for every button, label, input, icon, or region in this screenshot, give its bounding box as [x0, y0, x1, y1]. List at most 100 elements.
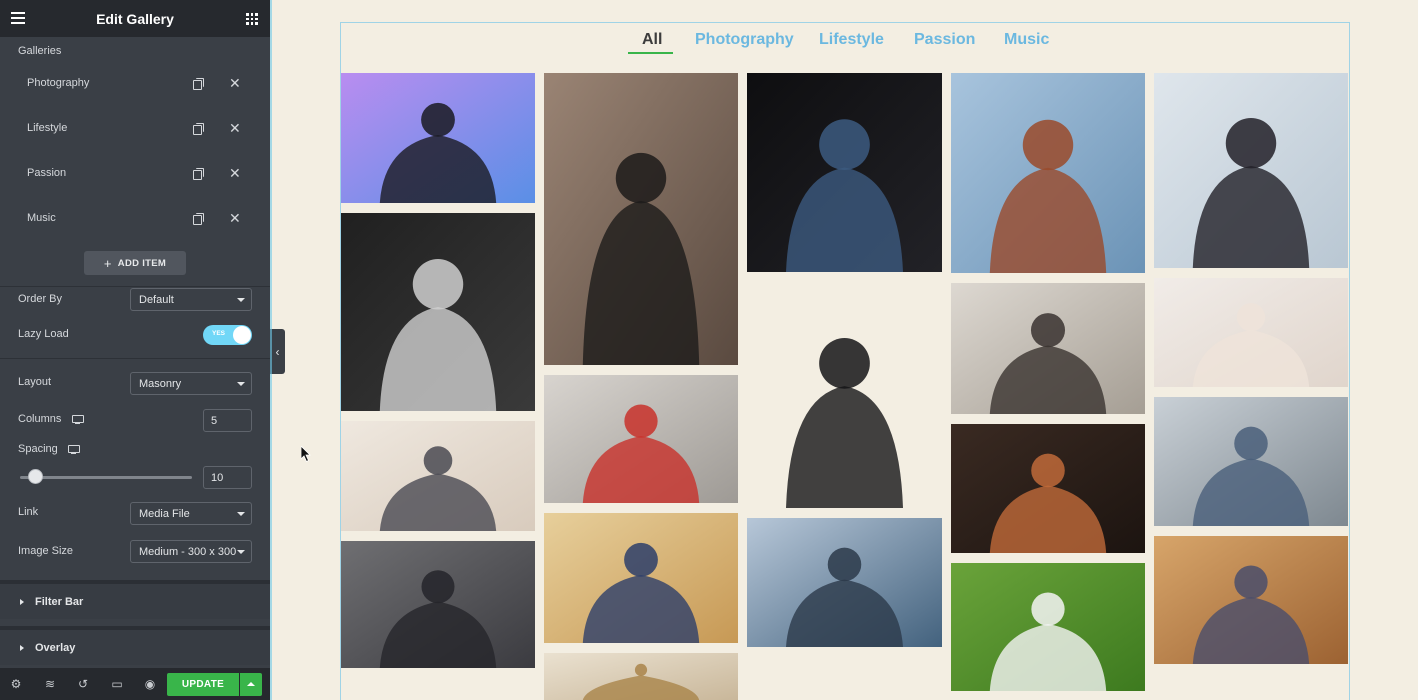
sidebar-title: Edit Gallery — [96, 10, 174, 27]
link-value: Media File — [139, 507, 190, 520]
remove-icon[interactable]: ✕ — [229, 208, 241, 228]
link-label: Link — [18, 506, 39, 518]
section-filter-bar[interactable]: Filter Bar — [0, 580, 270, 619]
chevron-right-icon — [20, 644, 24, 651]
lazy-load-label: Lazy Load — [18, 328, 69, 340]
photo-woman-dark-hair[interactable] — [1154, 73, 1348, 268]
collapse-panel-button[interactable]: ‹ — [270, 329, 285, 374]
filter-all[interactable]: All — [642, 31, 662, 49]
divider — [0, 286, 270, 287]
gallery-item-label: Photography — [27, 77, 90, 89]
toggle-state-text: YES — [212, 330, 226, 337]
spacing-input[interactable]: 10 — [203, 466, 252, 489]
mouse-cursor-icon — [301, 446, 311, 462]
photo-woman-laptop-lamp[interactable] — [544, 375, 738, 503]
order-by-value: Default — [139, 293, 174, 306]
canvas-edge — [270, 0, 272, 700]
gallery-item-label: Music — [27, 212, 56, 224]
responsive-icon[interactable]: ▭ — [110, 677, 124, 691]
chevron-down-icon — [237, 550, 245, 554]
image-size-label: Image Size — [18, 545, 74, 557]
add-item-label: ADD ITEM — [117, 257, 167, 269]
chevron-right-icon — [20, 598, 24, 605]
columns-input[interactable]: 5 — [203, 409, 252, 432]
add-item-button[interactable]: + ADD ITEM — [84, 251, 186, 275]
desktop-icon[interactable] — [68, 445, 80, 454]
photo-fisherman-lake[interactable] — [747, 518, 942, 647]
photo-woman-white-blazer[interactable] — [1154, 278, 1348, 387]
chevron-down-icon — [237, 298, 245, 302]
columns-value: 5 — [211, 414, 218, 427]
layout-label: Layout — [18, 376, 52, 388]
photo-man-camera-lens[interactable] — [747, 73, 942, 272]
section-label: Overlay — [35, 641, 76, 654]
update-label: UPDATE — [181, 679, 225, 690]
photo-guitar-closeup[interactable] — [1154, 536, 1348, 664]
spacing-label: Spacing — [18, 443, 58, 455]
filter-lifestyle[interactable]: Lifestyle — [819, 31, 884, 49]
photo-woman-desk-laptop[interactable] — [951, 283, 1145, 414]
plus-icon: + — [103, 255, 112, 271]
photo-smiling-man-bw[interactable] — [341, 213, 535, 411]
gallery-item-passion[interactable]: Passion ✕ — [27, 163, 257, 183]
photo-photographer-silhouette[interactable] — [341, 73, 535, 203]
chevron-down-icon — [237, 512, 245, 516]
sidebar-footer: ⚙ ≋ ↺ ▭ ◉ UPDATE — [0, 668, 270, 700]
gallery-item-label: Passion — [27, 167, 67, 179]
order-by-select[interactable]: Default — [130, 288, 252, 311]
galleries-label: Galleries — [18, 45, 62, 57]
filter-photography[interactable]: Photography — [695, 31, 794, 49]
gallery-item-music[interactable]: Music ✕ — [27, 208, 257, 228]
chevron-down-icon — [237, 382, 245, 386]
divider — [0, 358, 270, 359]
section-label: Filter Bar — [35, 595, 84, 608]
update-options-button[interactable] — [240, 673, 262, 696]
gallery-item-label: Lifestyle — [27, 122, 68, 134]
remove-icon[interactable]: ✕ — [229, 163, 241, 183]
photo-city-street[interactable] — [341, 541, 535, 668]
remove-icon[interactable]: ✕ — [229, 118, 241, 138]
history-icon[interactable]: ↺ — [76, 677, 90, 691]
photo-crown-chess[interactable] — [544, 653, 738, 700]
photo-presenter-black-sweater[interactable] — [747, 282, 942, 508]
spacing-value: 10 — [211, 471, 224, 484]
duplicate-icon[interactable] — [193, 168, 204, 180]
sidebar-header: Edit Gallery — [0, 0, 270, 37]
spacing-slider-track[interactable] — [20, 476, 192, 479]
photo-golf-ball-green[interactable] — [951, 563, 1145, 691]
gallery-item-lifestyle[interactable]: Lifestyle ✕ — [27, 118, 257, 138]
layout-select[interactable]: Masonry — [130, 372, 252, 395]
gallery-item-photography[interactable]: Photography ✕ — [27, 73, 257, 93]
editor-sidebar: Edit Gallery Galleries Photography ✕ Lif… — [0, 0, 270, 700]
photo-hiker-photographer[interactable] — [544, 73, 738, 365]
spacing-slider-handle[interactable] — [28, 469, 43, 484]
desktop-icon[interactable] — [72, 415, 84, 424]
duplicate-icon[interactable] — [193, 213, 204, 225]
preview-icon[interactable]: ◉ — [143, 677, 157, 691]
photo-ukulele-player[interactable] — [544, 513, 738, 643]
settings-icon[interactable]: ⚙ — [9, 677, 23, 691]
toggle-knob — [233, 326, 251, 344]
duplicate-icon[interactable] — [193, 78, 204, 90]
hamburger-menu-icon[interactable] — [11, 12, 25, 24]
photo-redhead-woman[interactable] — [951, 73, 1145, 273]
layers-icon[interactable]: ≋ — [43, 677, 57, 691]
update-button[interactable]: UPDATE — [167, 673, 239, 696]
active-filter-underline — [628, 52, 673, 54]
remove-icon[interactable]: ✕ — [229, 73, 241, 93]
photo-woman-sitting-room[interactable] — [1154, 397, 1348, 526]
order-by-label: Order By — [18, 293, 63, 305]
image-size-value: Medium - 300 x 300 — [139, 545, 237, 558]
photo-paint-palette[interactable] — [951, 424, 1145, 553]
lazy-load-toggle[interactable]: YES — [203, 325, 252, 345]
filter-music[interactable]: Music — [1004, 31, 1049, 49]
filter-passion[interactable]: Passion — [914, 31, 975, 49]
layout-value: Masonry — [139, 377, 182, 390]
duplicate-icon[interactable] — [193, 123, 204, 135]
section-overlay[interactable]: Overlay — [0, 626, 270, 665]
columns-label: Columns — [18, 413, 62, 425]
photo-laptop-hands[interactable] — [341, 421, 535, 531]
image-size-select[interactable]: Medium - 300 x 300 — [130, 540, 252, 563]
link-select[interactable]: Media File — [130, 502, 252, 525]
widgets-grid-icon[interactable] — [246, 13, 258, 25]
